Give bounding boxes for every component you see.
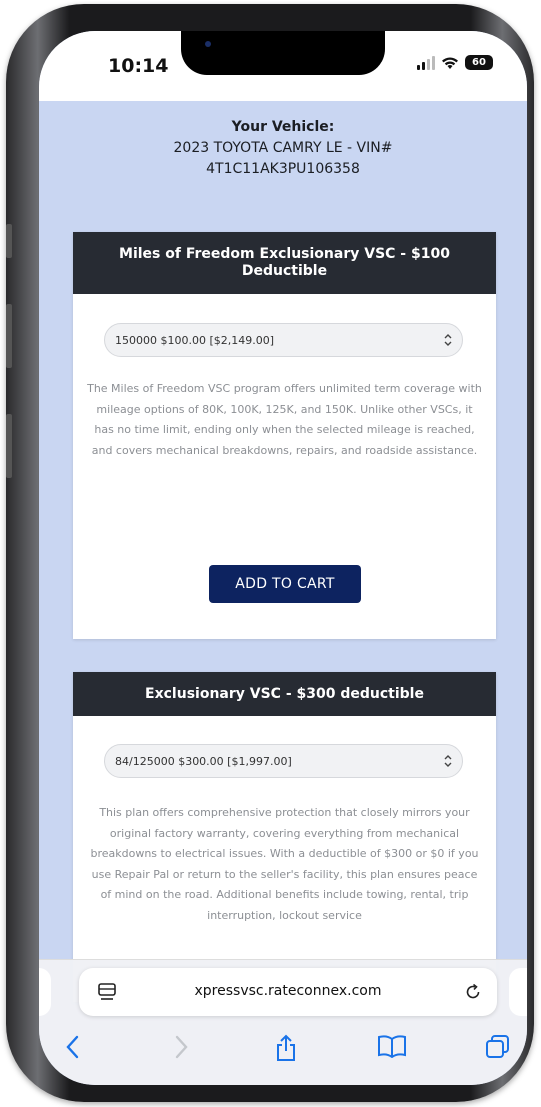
product-card: Miles of Freedom Exclusionary VSC - $100…: [73, 232, 496, 639]
share-icon[interactable]: [275, 1034, 297, 1062]
previous-tab-preview[interactable]: [39, 968, 51, 1016]
mute-switch: [6, 224, 12, 258]
status-bar: 10:14 60: [39, 31, 527, 101]
term-select[interactable]: 150000 $100.00 [$2,149.00]: [104, 323, 463, 357]
select-arrows-icon: [444, 755, 452, 767]
signal-icon: [417, 55, 435, 70]
next-tab-preview[interactable]: [509, 968, 527, 1016]
phone-screen: 10:14 60 Your Vehicle: 2023 TOYOTA CAMRY: [39, 31, 527, 1085]
status-time: 10:14: [108, 55, 169, 77]
vehicle-vin: 4T1C11AK3PU106358: [206, 161, 360, 177]
url-text: xpressvsc.rateconnex.com: [194, 983, 382, 999]
tabs-icon[interactable]: [485, 1034, 511, 1060]
status-icons: 60: [417, 55, 493, 70]
vehicle-description: 2023 TOYOTA CAMRY LE - VIN#: [173, 140, 393, 156]
term-select-value: 150000 $100.00 [$2,149.00]: [115, 333, 275, 347]
product-title: Miles of Freedom Exclusionary VSC - $100…: [73, 232, 496, 294]
product-description: The Miles of Freedom VSC program offers …: [87, 382, 482, 457]
term-select[interactable]: 84/125000 $300.00 [$1,997.00]: [104, 744, 463, 778]
notch: [181, 31, 385, 75]
camera-dot: [205, 41, 211, 47]
address-bar[interactable]: xpressvsc.rateconnex.com: [79, 968, 497, 1016]
select-arrows-icon: [444, 334, 452, 346]
volume-up-button: [6, 304, 12, 368]
browser-bar: xpressvsc.rateconnex.com: [39, 959, 527, 1085]
browser-toolbar: [39, 1034, 527, 1074]
add-to-cart-button[interactable]: ADD TO CART: [209, 565, 361, 603]
page-content: Your Vehicle: 2023 TOYOTA CAMRY LE - VIN…: [39, 101, 527, 1002]
vehicle-info: Your Vehicle: 2023 TOYOTA CAMRY LE - VIN…: [39, 101, 527, 177]
vehicle-title: Your Vehicle:: [231, 119, 335, 135]
chevron-right-icon[interactable]: [173, 1034, 189, 1060]
product-description: This plan offers comprehensive protectio…: [90, 806, 479, 922]
phone-frame: 10:14 60 Your Vehicle: 2023 TOYOTA CAMRY: [6, 4, 534, 1102]
chevron-left-icon[interactable]: [65, 1034, 81, 1060]
reload-icon[interactable]: [463, 982, 483, 1002]
book-icon[interactable]: [377, 1034, 407, 1058]
volume-down-button: [6, 414, 12, 478]
product-title: Exclusionary VSC - $300 deductible: [73, 672, 496, 716]
product-card: Exclusionary VSC - $300 deductible 84/12…: [73, 672, 496, 1002]
wifi-icon: [442, 57, 458, 69]
term-select-value: 84/125000 $300.00 [$1,997.00]: [115, 754, 292, 768]
battery-icon: 60: [465, 55, 493, 70]
